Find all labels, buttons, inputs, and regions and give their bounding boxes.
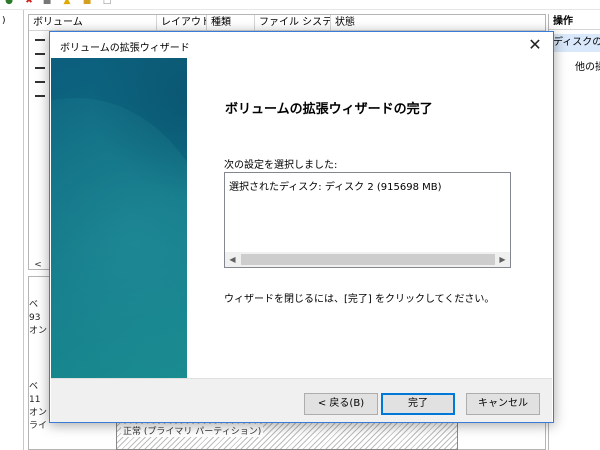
- wizard-side-banner: [51, 58, 187, 378]
- settings-horizontal-scrollbar[interactable]: ◀ ▶: [225, 252, 510, 267]
- toolbar: ● ✖ ■ ▲ ■ □: [0, 0, 600, 10]
- dialog-title: ボリュームの拡張ウィザード: [60, 43, 190, 54]
- connect-icon[interactable]: ●: [4, 0, 14, 6]
- column-layout[interactable]: レイアウト: [157, 15, 207, 31]
- column-status[interactable]: 状態: [331, 15, 547, 31]
- volume-row-icon: [35, 81, 45, 83]
- folder-icon[interactable]: ■: [82, 0, 92, 6]
- scrollbar-thumb[interactable]: [241, 254, 495, 265]
- operations-other[interactable]: 他の操: [575, 58, 600, 73]
- column-file-system[interactable]: ファイル システム: [255, 15, 331, 31]
- list-scroll-left-arrow[interactable]: <: [28, 258, 48, 272]
- settings-label: 次の設定を選択しました:: [224, 160, 338, 171]
- wizard-heading: ボリュームの拡張ウィザードの完了: [225, 102, 433, 117]
- back-button[interactable]: < 戻る(B): [304, 393, 378, 415]
- partition-status: 正常 (プライマリ パーティション): [121, 424, 264, 437]
- console-tree: ): [0, 10, 24, 450]
- volume-row-icon: [35, 53, 45, 55]
- partition-block[interactable]: 正常 (プライマリ パーティション): [116, 420, 458, 450]
- up-folder-icon[interactable]: ▲: [62, 0, 72, 6]
- dialog-titlebar[interactable]: ボリュームの拡張ウィザード ✕: [50, 32, 553, 58]
- selected-disk-text: 選択されたディスク: ディスク 2 (915698 MB): [229, 182, 442, 193]
- scroll-left-icon[interactable]: ◀: [225, 252, 240, 267]
- dialog-button-bar: < 戻る(B) 完了 キャンセル: [51, 378, 552, 422]
- properties-icon[interactable]: ■: [42, 0, 52, 6]
- volume-list-header: ボリューム レイアウト 種類 ファイル システム 状態: [29, 15, 545, 31]
- column-type[interactable]: 種類: [207, 15, 255, 31]
- cancel-button[interactable]: キャンセル: [466, 393, 540, 415]
- close-icon[interactable]: ✕: [525, 35, 545, 55]
- finish-instruction: ウィザードを閉じるには、[完了] をクリックしてください。: [224, 294, 495, 305]
- column-volume[interactable]: ボリューム: [29, 15, 157, 31]
- wizard-content: ボリュームの拡張ウィザードの完了 次の設定を選択しました: 選択されたディスク:…: [187, 58, 553, 378]
- delete-icon[interactable]: ✖: [24, 0, 34, 6]
- extend-volume-wizard: ボリュームの拡張ウィザード ✕ ボリュームの拡張ウィザードの完了 次の設定を選択…: [49, 31, 554, 423]
- operations-pane: 操作 ディスクの管 他の操: [548, 14, 600, 450]
- help-icon[interactable]: □: [102, 0, 112, 6]
- operations-header: 操作: [549, 14, 600, 30]
- settings-summary-box[interactable]: 選択されたディスク: ディスク 2 (915698 MB) ◀ ▶: [224, 172, 511, 268]
- volume-row-icon: [35, 95, 45, 97]
- operations-disk-management[interactable]: ディスクの管: [549, 34, 600, 52]
- console-tree-text: ): [2, 16, 6, 26]
- volume-row-icon: [35, 67, 45, 69]
- scroll-right-icon[interactable]: ▶: [495, 252, 510, 267]
- volume-row-icon: [35, 39, 45, 41]
- finish-button[interactable]: 完了: [381, 393, 455, 415]
